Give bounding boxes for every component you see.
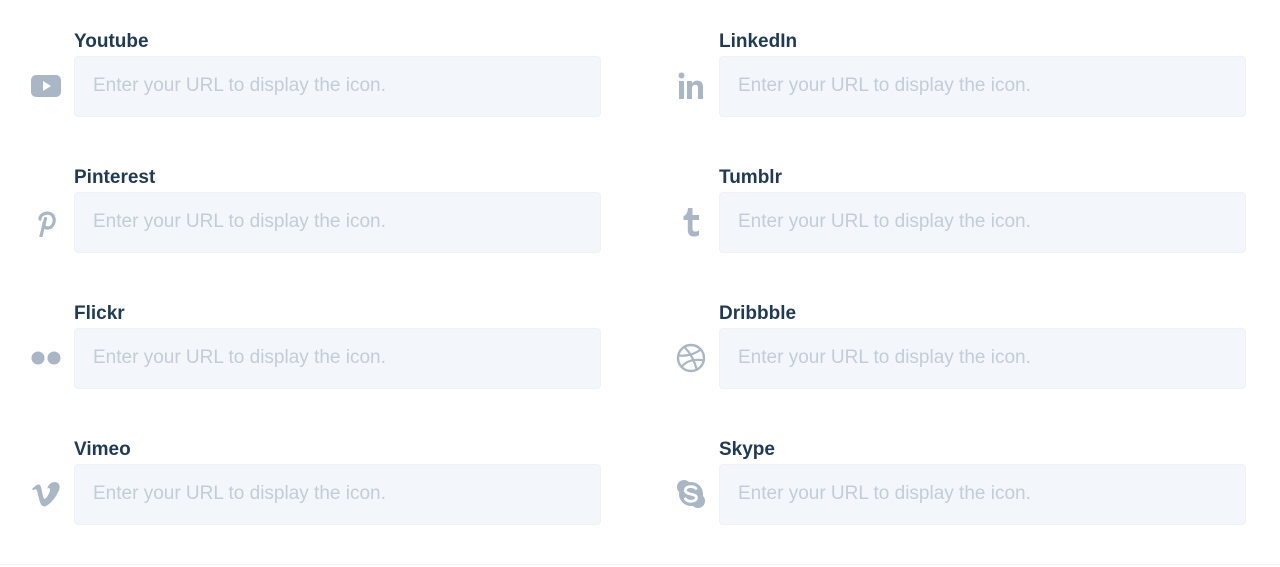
field-label-vimeo: Vimeo — [74, 439, 131, 460]
tumblr-url-input[interactable] — [719, 191, 1246, 253]
field-vimeo: Vimeo — [30, 439, 601, 532]
social-links-form: Youtube LinkedIn — [0, 0, 1280, 567]
social-fields-grid: Youtube LinkedIn — [30, 31, 1246, 532]
pinterest-url-input[interactable] — [74, 191, 601, 253]
youtube-url-input[interactable] — [74, 55, 601, 117]
field-label-linkedin: LinkedIn — [719, 31, 798, 52]
field-row-youtube — [30, 55, 601, 117]
bottom-divider — [0, 564, 1280, 565]
field-pinterest: Pinterest — [30, 167, 601, 260]
field-row-vimeo — [30, 463, 601, 525]
field-row-pinterest — [30, 191, 601, 253]
field-row-skype — [675, 463, 1246, 525]
vimeo-icon — [30, 478, 62, 510]
field-dribbble: Dribbble — [675, 303, 1246, 396]
linkedin-url-input[interactable] — [719, 55, 1246, 117]
vimeo-url-input[interactable] — [74, 463, 601, 525]
field-row-dribbble — [675, 327, 1246, 389]
field-label-flickr: Flickr — [74, 303, 125, 324]
pinterest-icon — [30, 206, 62, 238]
field-label-skype: Skype — [719, 439, 775, 460]
dribbble-icon — [675, 342, 707, 374]
skype-icon — [675, 478, 707, 510]
field-label-youtube: Youtube — [74, 31, 149, 52]
field-label-pinterest: Pinterest — [74, 167, 156, 188]
dribbble-url-input[interactable] — [719, 327, 1246, 389]
field-skype: Skype — [675, 439, 1246, 532]
field-row-flickr — [30, 327, 601, 389]
field-row-tumblr — [675, 191, 1246, 253]
field-linkedin: LinkedIn — [675, 31, 1246, 124]
field-flickr: Flickr — [30, 303, 601, 396]
youtube-icon — [30, 70, 62, 102]
linkedin-icon — [675, 70, 707, 102]
flickr-icon — [30, 342, 62, 374]
skype-url-input[interactable] — [719, 463, 1246, 525]
field-label-tumblr: Tumblr — [719, 167, 782, 188]
flickr-url-input[interactable] — [74, 327, 601, 389]
field-row-linkedin — [675, 55, 1246, 117]
tumblr-icon — [675, 206, 707, 238]
field-tumblr: Tumblr — [675, 167, 1246, 260]
field-label-dribbble: Dribbble — [719, 303, 797, 324]
field-youtube: Youtube — [30, 31, 601, 124]
